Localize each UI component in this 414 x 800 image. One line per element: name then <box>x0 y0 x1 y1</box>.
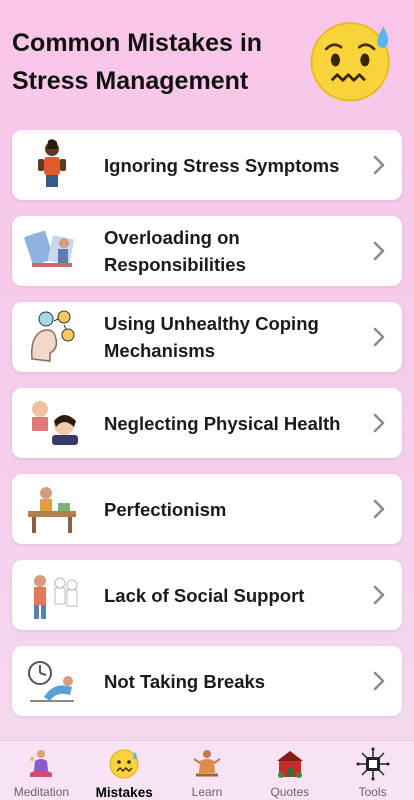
chevron-right-icon <box>373 585 385 605</box>
mistake-card-lack-social-support[interactable]: Lack of Social Support <box>12 560 402 630</box>
quotes-icon <box>276 751 303 778</box>
chevron-right-icon <box>373 327 385 347</box>
mistake-card-neglecting-physical-health[interactable]: Neglecting Physical Health <box>12 388 402 458</box>
meditation-icon <box>30 750 53 777</box>
tab-mistakes[interactable]: Mistakes <box>83 741 166 800</box>
relaxing-person-illustration-icon <box>28 661 74 702</box>
mistake-label: Overloading on Responsibilities <box>104 227 246 275</box>
person-illustration-icon <box>38 139 66 187</box>
lonely-person-illustration-icon <box>34 575 78 619</box>
sick-person-illustration-icon <box>32 401 78 445</box>
chevron-right-icon <box>373 413 385 433</box>
tab-label: Meditation <box>13 785 70 799</box>
tab-label: Quotes <box>270 785 310 799</box>
chevron-right-icon <box>373 499 385 519</box>
mistake-card-not-taking-breaks[interactable]: Not Taking Breaks <box>12 646 402 716</box>
tools-icon <box>356 747 390 781</box>
mistake-label: Not Taking Breaks <box>104 670 266 692</box>
chevron-right-icon <box>373 155 385 175</box>
mistake-label: Perfectionism <box>104 498 227 520</box>
tab-quotes[interactable]: Quotes <box>248 741 331 800</box>
bottom-tab-bar: Meditation Mistakes Learn Quotes Tools <box>0 740 414 800</box>
page-title: Common Mistakes in Stress Management <box>12 29 263 95</box>
coping-emotions-illustration-icon <box>30 310 75 362</box>
overloaded-person-illustration-icon <box>24 230 75 267</box>
chevron-right-icon <box>373 241 385 261</box>
page-header: Common Mistakes in Stress Management <box>0 0 414 118</box>
worried-face-emoji-icon <box>310 22 390 102</box>
mistake-card-perfectionism[interactable]: Perfectionism <box>12 474 402 544</box>
worried-face-icon <box>109 749 139 779</box>
tab-meditation[interactable]: Meditation <box>0 741 83 800</box>
tab-label: Mistakes <box>95 785 153 800</box>
learn-icon <box>193 750 221 777</box>
tab-learn[interactable]: Learn <box>166 741 249 800</box>
desk-work-illustration-icon <box>28 487 76 533</box>
tab-label: Learn <box>191 785 223 799</box>
mistake-label: Using Unhealthy Coping Mechanisms <box>104 313 319 361</box>
mistake-label: Lack of Social Support <box>104 584 305 606</box>
mistake-card-unhealthy-coping[interactable]: Using Unhealthy Coping Mechanisms <box>12 302 402 372</box>
mistake-label: Neglecting Physical Health <box>104 412 341 434</box>
mistake-card-ignoring-stress-symptoms[interactable]: Ignoring Stress Symptoms <box>12 130 402 200</box>
mistake-card-overloading-responsibilities[interactable]: Overloading on Responsibilities <box>12 216 402 286</box>
tab-label: Tools <box>358 785 387 799</box>
tab-tools[interactable]: Tools <box>331 741 414 800</box>
mistake-label: Ignoring Stress Symptoms <box>104 154 340 176</box>
chevron-right-icon <box>373 671 385 691</box>
